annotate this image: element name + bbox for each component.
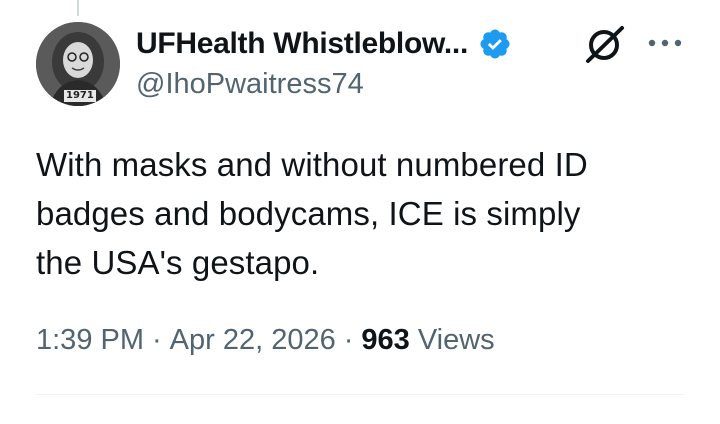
tweet-text-line: badges and bodycams, ICE is simply — [36, 195, 581, 232]
tweet-date[interactable]: Apr 22, 2026 — [170, 324, 336, 357]
verified-badge-icon[interactable] — [478, 27, 512, 61]
meta-separator: · — [343, 323, 354, 356]
grok-icon[interactable] — [582, 24, 628, 64]
meta-separator: · — [152, 323, 162, 356]
views-label[interactable]: Views — [418, 324, 495, 357]
tweet-time[interactable]: 1:39 PM — [36, 324, 144, 357]
divider — [36, 394, 684, 395]
author-handle[interactable]: @IhoPwaitress74 — [136, 68, 364, 101]
tweet-text: With masks and without numbered ID badge… — [36, 140, 696, 287]
tweet-metadata: 1:39 PM · Apr 22, 2026 · 963 Views — [36, 320, 495, 360]
avatar[interactable]: 1971 — [36, 22, 120, 106]
author-display-name[interactable]: UFHealth Whistleblow... — [136, 27, 468, 61]
tweet-text-line: the USA's gestapo. — [36, 244, 320, 281]
thread-connector-line — [77, 0, 79, 16]
tweet-text-line: With masks and without numbered ID — [36, 146, 588, 183]
avatar-caption: 1971 — [64, 90, 96, 102]
more-options-icon[interactable] — [646, 34, 684, 52]
views-count[interactable]: 963 — [361, 324, 409, 357]
author-name-row: UFHealth Whistleblow... — [136, 24, 512, 64]
